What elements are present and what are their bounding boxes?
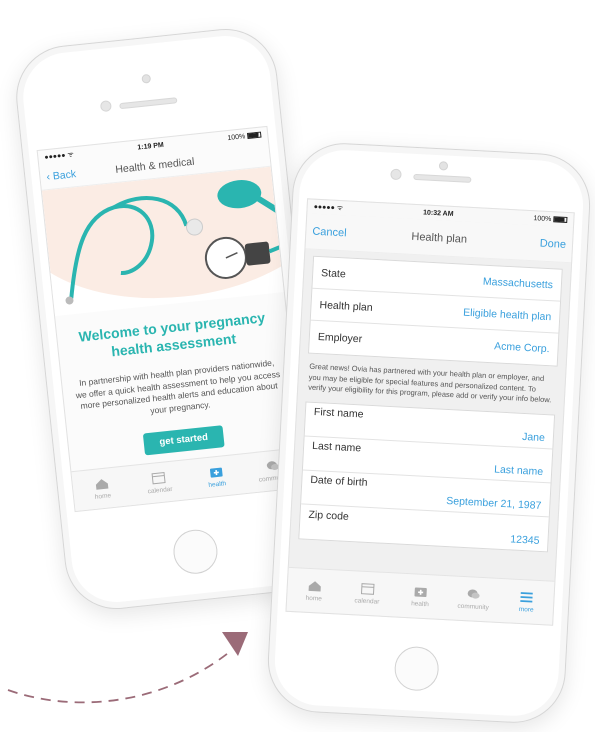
dashed-arrow-icon <box>7 632 248 704</box>
tab-label: home <box>305 594 323 603</box>
battery-status: 100% <box>533 214 568 224</box>
carrier-signal: ●●●●● ᯤ <box>313 203 344 212</box>
battery-status: 100% <box>227 131 262 142</box>
battery-icon <box>553 215 568 223</box>
hero-illustration <box>41 166 284 317</box>
calendar-icon <box>360 582 375 595</box>
personal-info-form: First name Jane Last name Last name Date… <box>298 400 556 552</box>
done-button[interactable]: Done <box>539 238 566 251</box>
status-time: 10:32 AM <box>422 208 454 218</box>
tab-bar: home calendar health community <box>71 447 305 512</box>
employer-value[interactable]: Acme Corp. <box>494 340 550 355</box>
speaker-grille <box>413 173 472 183</box>
sensor-dot <box>99 100 112 113</box>
chat-bubbles-icon <box>467 589 480 599</box>
front-camera <box>141 73 152 84</box>
battery-percent: 100% <box>533 214 552 223</box>
tab-label: home <box>94 491 112 501</box>
front-camera <box>438 161 449 171</box>
tab-community[interactable]: community <box>451 587 496 611</box>
tab-label: calendar <box>147 485 173 495</box>
tab-label: calendar <box>354 596 380 606</box>
left-screen: ●●●●● ᯤ 1:19 PM 100% ‹ Back Health & med… <box>36 125 306 513</box>
field-label: State <box>320 266 347 280</box>
tab-label: health <box>410 599 430 608</box>
tab-label: health <box>208 479 227 489</box>
tab-health[interactable]: health <box>193 463 239 489</box>
tab-label: community <box>457 602 490 611</box>
sensor-dot <box>390 168 402 181</box>
calendar-icon <box>151 471 166 484</box>
home-button[interactable] <box>393 645 440 692</box>
stethoscope-icon <box>65 180 284 305</box>
medical-kit-icon <box>414 587 427 597</box>
tab-calendar[interactable]: calendar <box>345 581 390 605</box>
speaker-grille <box>119 97 178 110</box>
right-screen: ●●●●● ᯤ 10:32 AM 100% Cancel Health plan… <box>285 198 575 626</box>
health-plan-form: State Massachusetts Health plan Eligible… <box>307 255 563 367</box>
intro-text: In partnership with health plan provider… <box>75 357 281 416</box>
carrier-signal: ●●●●● ᯤ <box>44 150 75 161</box>
status-time: 1:19 PM <box>137 141 165 152</box>
eligibility-note: Great news! Ovia has partnered with your… <box>308 361 552 405</box>
state-value[interactable]: Massachusetts <box>483 275 554 291</box>
health-plan-value[interactable]: Eligible health plan <box>463 306 552 323</box>
tab-home[interactable]: home <box>292 579 337 603</box>
medical-kit-icon <box>209 467 223 478</box>
field-label: Health plan <box>319 298 373 314</box>
tab-more[interactable]: more <box>504 590 549 614</box>
page-title: Health plan <box>411 230 468 246</box>
right-phone: ●●●●● ᯤ 10:32 AM 100% Cancel Health plan… <box>265 140 593 726</box>
tab-bar: home calendar health community more <box>286 566 555 625</box>
get-started-button[interactable]: get started <box>142 425 225 456</box>
home-icon <box>95 478 109 490</box>
field-label: Employer <box>317 331 363 346</box>
home-icon <box>308 580 321 592</box>
battery-percent: 100% <box>227 132 246 142</box>
tab-calendar[interactable]: calendar <box>136 469 182 495</box>
tab-health[interactable]: health <box>398 584 443 608</box>
menu-icon <box>520 591 534 603</box>
tab-home[interactable]: home <box>79 475 125 501</box>
battery-icon <box>246 131 262 139</box>
tab-label: more <box>518 605 534 614</box>
welcome-heading: Welcome to your pregnancy health assessm… <box>77 309 266 360</box>
home-button[interactable] <box>171 527 220 576</box>
